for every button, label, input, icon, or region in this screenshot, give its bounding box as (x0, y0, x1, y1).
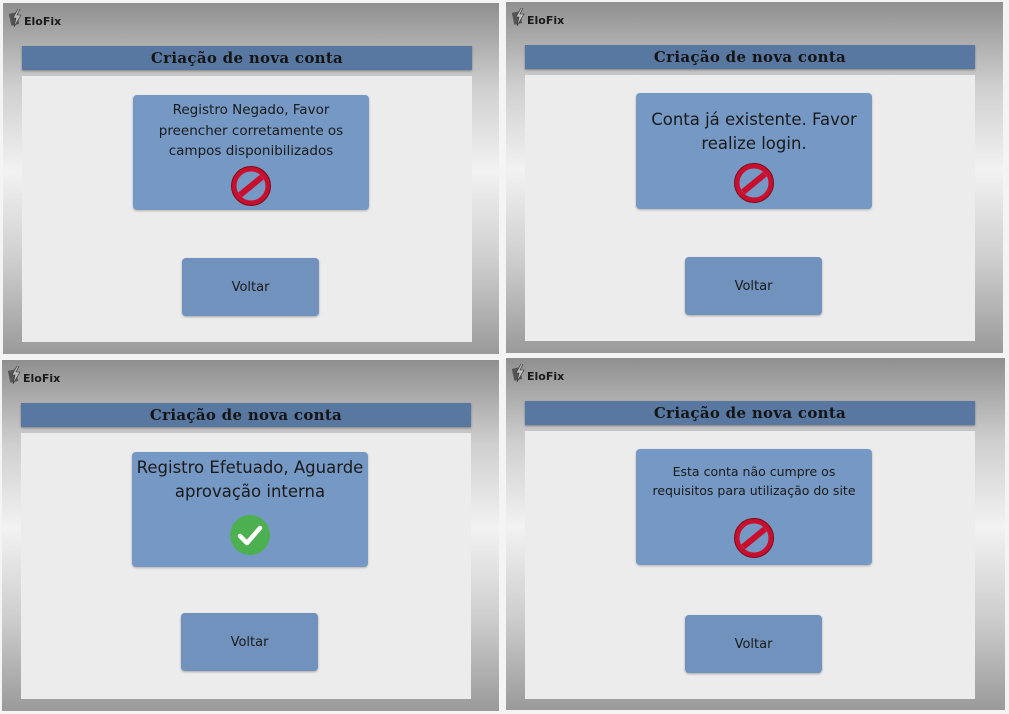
error-message-text: Esta conta não cumpre os requisitos para… (652, 464, 856, 498)
form-title: Criação de nova conta (653, 48, 847, 66)
checkmark-icon (230, 515, 270, 555)
form-title-bar: Criação de nova conta (22, 46, 472, 70)
form-title-bar: Criação de nova conta (525, 45, 975, 69)
elofix-logo: EloFix (9, 7, 61, 29)
brand-name: EloFix (24, 14, 62, 28)
form-title: Criação de nova conta (150, 49, 344, 67)
screen-registration-success: EloFix Criação de nova conta Registro Ef… (2, 360, 499, 711)
error-message-text: Registro Negado, Favor preencher correta… (158, 102, 344, 159)
lightning-bolt-icon (9, 9, 22, 27)
success-message-text: Registro Efetuado, Aguarde aprovação int… (136, 458, 364, 501)
back-button[interactable]: Voltar (685, 257, 822, 315)
form-title-bar: Criação de nova conta (21, 403, 471, 427)
elofix-logo: EloFix (512, 362, 564, 384)
content-area: Esta conta não cumpre os requisitos para… (525, 431, 975, 699)
lightning-bolt-icon (512, 8, 525, 26)
error-message-box: Registro Negado, Favor preencher correta… (133, 95, 369, 210)
prohibited-icon (231, 166, 271, 206)
brand-name: EloFix (527, 13, 565, 27)
content-area: Registro Negado, Favor preencher correta… (22, 76, 472, 342)
back-button[interactable]: Voltar (182, 258, 319, 316)
brand-name: EloFix (527, 369, 565, 383)
form-title-bar: Criação de nova conta (525, 401, 975, 425)
form-title: Criação de nova conta (149, 406, 343, 424)
lightning-bolt-icon (8, 366, 21, 384)
error-message-text: Conta já existente. Favor realize login. (651, 110, 857, 153)
prohibited-icon (734, 518, 774, 558)
back-button[interactable]: Voltar (181, 613, 318, 671)
error-message-box: Esta conta não cumpre os requisitos para… (636, 449, 872, 565)
elofix-logo: EloFix (512, 6, 564, 28)
error-message-box: Conta já existente. Favor realize login. (636, 93, 872, 209)
screen-account-exists: EloFix Criação de nova conta Conta já ex… (506, 2, 1003, 353)
back-button[interactable]: Voltar (685, 615, 822, 673)
screen-registration-denied: EloFix Criação de nova conta Registro Ne… (3, 3, 499, 354)
content-area: Registro Efetuado, Aguarde aprovação int… (21, 433, 471, 699)
elofix-logo: EloFix (8, 364, 60, 386)
prohibited-icon (734, 163, 774, 203)
form-title: Criação de nova conta (653, 404, 847, 422)
content-area: Conta já existente. Favor realize login.… (525, 75, 975, 341)
screen-requirements-not-met: EloFix Criação de nova conta Esta conta … (506, 358, 1005, 710)
success-message-box: Registro Efetuado, Aguarde aprovação int… (132, 452, 368, 567)
brand-name: EloFix (23, 371, 61, 385)
lightning-bolt-icon (512, 364, 525, 382)
